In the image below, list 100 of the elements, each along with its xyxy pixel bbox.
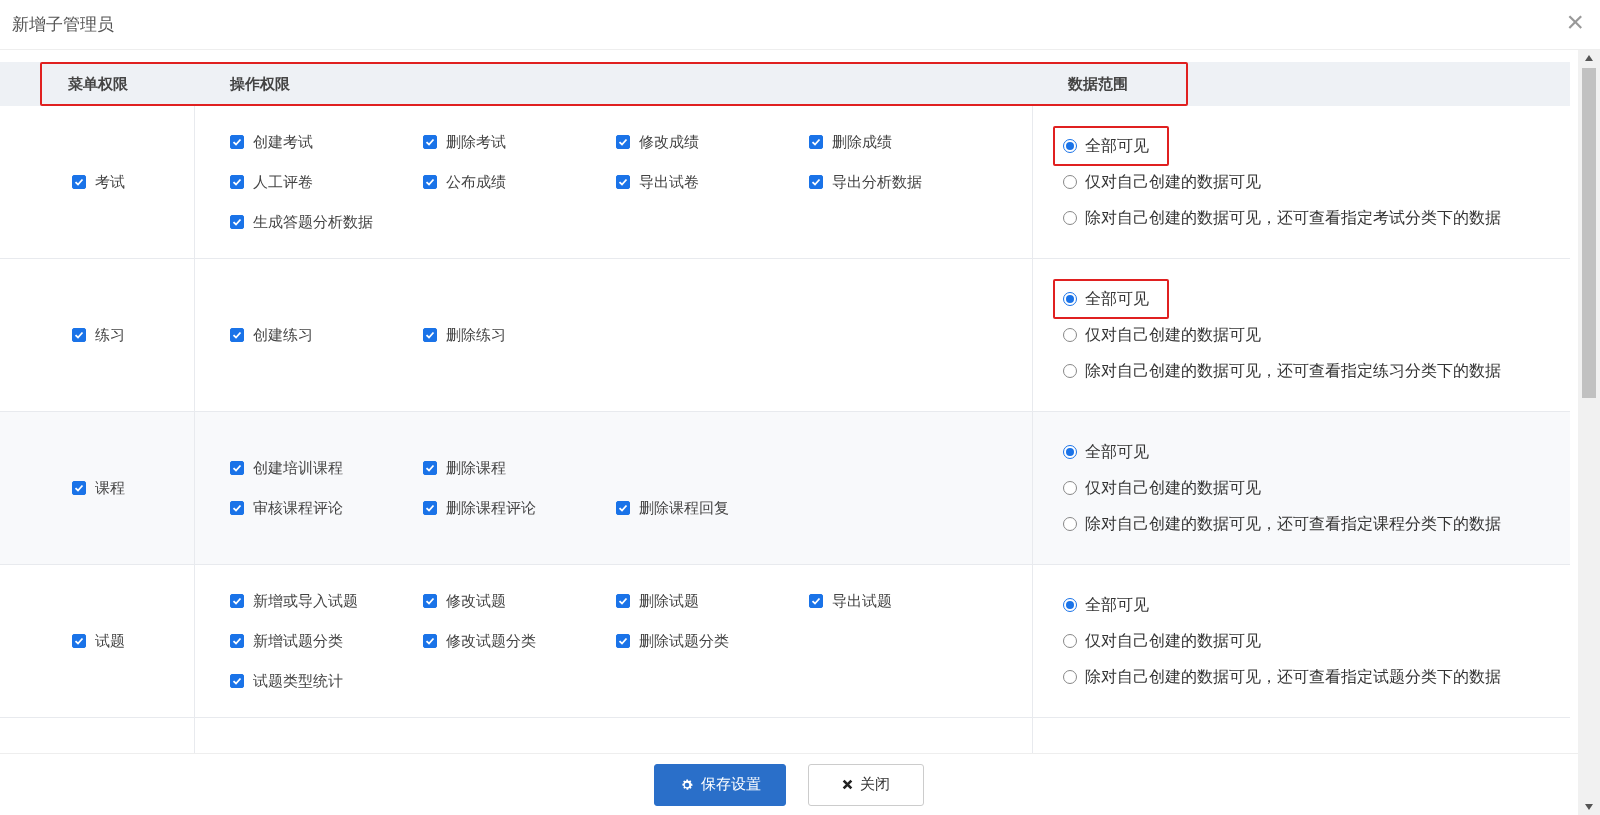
checkbox[interactable] xyxy=(616,501,630,515)
permission-checkbox[interactable]: 生成答题分析数据 xyxy=(230,212,373,232)
menu-checkbox[interactable]: 练习 xyxy=(72,325,125,345)
permission-checkbox[interactable]: 创建练习 xyxy=(230,325,313,345)
radio[interactable] xyxy=(1063,445,1077,459)
check-icon xyxy=(425,596,435,606)
scroll-up-icon[interactable] xyxy=(1584,54,1594,62)
radio[interactable] xyxy=(1063,634,1077,648)
permission-checkbox[interactable]: 公布成绩 xyxy=(423,172,506,192)
checkbox[interactable] xyxy=(230,461,244,475)
permission-checkbox[interactable]: 删除试题 xyxy=(616,591,699,611)
checkbox[interactable] xyxy=(423,135,437,149)
checkbox[interactable] xyxy=(72,328,86,342)
menu-checkbox[interactable]: 考试 xyxy=(72,172,125,192)
scope-radio[interactable]: 仅对自己创建的数据可见 xyxy=(1063,324,1261,346)
gear-icon xyxy=(679,777,694,792)
scope-radio[interactable]: 除对自己创建的数据可见，还可查看指定考试分类下的数据 xyxy=(1063,207,1501,229)
checkbox[interactable] xyxy=(72,634,86,648)
scope-radio[interactable]: 仅对自己创建的数据可见 xyxy=(1063,630,1261,652)
checkbox[interactable] xyxy=(230,634,244,648)
permission-checkbox[interactable]: 审核课程评论 xyxy=(230,498,343,518)
checkbox[interactable] xyxy=(809,175,823,189)
permission-checkbox[interactable]: 试题类型统计 xyxy=(230,671,343,691)
check-icon xyxy=(618,177,628,187)
scope-radio[interactable]: 全部可见 xyxy=(1063,288,1149,310)
check-icon xyxy=(74,636,84,646)
check-icon xyxy=(425,463,435,473)
check-icon xyxy=(232,137,242,147)
permission-checkbox[interactable]: 删除课程 xyxy=(423,458,506,478)
checkbox[interactable] xyxy=(230,501,244,515)
checkbox[interactable] xyxy=(423,501,437,515)
scope-radio[interactable]: 仅对自己创建的数据可见 xyxy=(1063,171,1261,193)
checkbox[interactable] xyxy=(72,481,86,495)
close-icon xyxy=(842,779,853,790)
permission-checkbox[interactable]: 导出分析数据 xyxy=(809,172,922,192)
permission-checkbox[interactable]: 新增试题分类 xyxy=(230,631,343,651)
permission-checkbox[interactable]: 创建培训课程 xyxy=(230,458,343,478)
permission-checkbox[interactable]: 新增或导入试题 xyxy=(230,591,358,611)
radio[interactable] xyxy=(1063,598,1077,612)
checkbox[interactable] xyxy=(423,175,437,189)
checkbox[interactable] xyxy=(616,594,630,608)
scope-radio[interactable]: 全部可见 xyxy=(1063,441,1149,463)
permission-checkbox[interactable]: 创建考试 xyxy=(230,132,313,152)
checkbox[interactable] xyxy=(809,594,823,608)
scrollbar[interactable] xyxy=(1578,50,1600,815)
checkbox[interactable] xyxy=(809,135,823,149)
column-header: 操作权限 xyxy=(195,62,1033,106)
checkbox[interactable] xyxy=(616,634,630,648)
check-icon xyxy=(618,596,628,606)
scroll-down-icon[interactable] xyxy=(1584,803,1594,811)
permission-checkbox[interactable]: 删除课程评论 xyxy=(423,498,536,518)
check-icon xyxy=(232,596,242,606)
checkbox[interactable] xyxy=(230,594,244,608)
permission-checkbox[interactable]: 导出试题 xyxy=(809,591,892,611)
checkbox[interactable] xyxy=(423,634,437,648)
scope-radio[interactable]: 全部可见 xyxy=(1063,594,1149,616)
check-icon xyxy=(232,676,242,686)
check-icon xyxy=(425,137,435,147)
radio[interactable] xyxy=(1063,328,1077,342)
permission-checkbox[interactable]: 删除考试 xyxy=(423,132,506,152)
menu-checkbox[interactable]: 课程 xyxy=(72,478,125,498)
save-button[interactable]: 保存设置 xyxy=(654,763,786,806)
check-icon xyxy=(811,137,821,147)
radio[interactable] xyxy=(1063,211,1077,225)
permission-checkbox[interactable]: 删除成绩 xyxy=(809,132,892,152)
checkbox[interactable] xyxy=(423,594,437,608)
scope-radio[interactable]: 仅对自己创建的数据可见 xyxy=(1063,477,1261,499)
radio[interactable] xyxy=(1063,139,1077,153)
check-icon xyxy=(618,636,628,646)
permission-checkbox[interactable]: 删除练习 xyxy=(423,325,506,345)
permission-checkbox[interactable]: 修改成绩 xyxy=(616,132,699,152)
scope-radio[interactable]: 除对自己创建的数据可见，还可查看指定试题分类下的数据 xyxy=(1063,666,1501,688)
checkbox[interactable] xyxy=(230,674,244,688)
checkbox[interactable] xyxy=(423,461,437,475)
scope-radio[interactable]: 除对自己创建的数据可见，还可查看指定练习分类下的数据 xyxy=(1063,360,1501,382)
checkbox[interactable] xyxy=(230,175,244,189)
checkbox[interactable] xyxy=(616,135,630,149)
scope-radio[interactable]: 除对自己创建的数据可见，还可查看指定课程分类下的数据 xyxy=(1063,513,1501,535)
radio[interactable] xyxy=(1063,481,1077,495)
checkbox[interactable] xyxy=(616,175,630,189)
permission-checkbox[interactable]: 导出试卷 xyxy=(616,172,699,192)
radio[interactable] xyxy=(1063,517,1077,531)
permission-checkbox[interactable]: 修改试题 xyxy=(423,591,506,611)
checkbox[interactable] xyxy=(230,215,244,229)
permission-checkbox[interactable]: 删除试题分类 xyxy=(616,631,729,651)
permission-checkbox[interactable]: 删除课程回复 xyxy=(616,498,729,518)
radio[interactable] xyxy=(1063,292,1077,306)
checkbox[interactable] xyxy=(72,175,86,189)
checkbox[interactable] xyxy=(230,328,244,342)
radio[interactable] xyxy=(1063,175,1077,189)
radio[interactable] xyxy=(1063,364,1077,378)
permission-checkbox[interactable]: 修改试题分类 xyxy=(423,631,536,651)
close-dialog-button[interactable]: 关闭 xyxy=(808,763,924,806)
check-icon xyxy=(232,503,242,513)
scope-radio[interactable]: 全部可见 xyxy=(1063,135,1149,157)
permission-checkbox[interactable]: 人工评卷 xyxy=(230,172,313,192)
menu-checkbox[interactable]: 试题 xyxy=(72,631,125,651)
checkbox[interactable] xyxy=(423,328,437,342)
radio[interactable] xyxy=(1063,670,1077,684)
checkbox[interactable] xyxy=(230,135,244,149)
